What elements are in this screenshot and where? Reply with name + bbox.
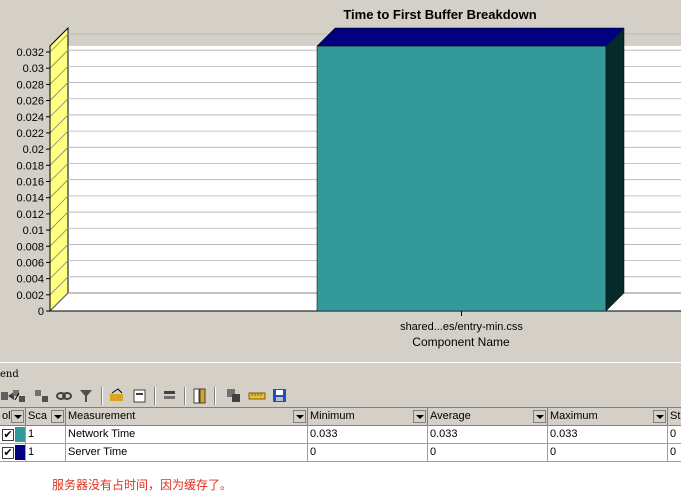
y-tick-label: 0.006 xyxy=(16,257,44,269)
y-tick-label: 0.018 xyxy=(16,160,44,172)
row-checkbox[interactable]: ✔ xyxy=(2,447,14,459)
minimum-cell: 0.033 xyxy=(308,426,428,444)
y-tick-label: 0.022 xyxy=(16,128,44,140)
dropdown-icon[interactable] xyxy=(413,410,426,423)
y-tick-label: 0.02 xyxy=(23,144,44,156)
col-header-minimum[interactable]: Minimum xyxy=(308,408,428,426)
average-cell: 0 xyxy=(428,444,548,462)
bar-chart: Time to First Buffer Breakdown 0 0.002 0.0… xyxy=(16,7,681,349)
legend-header: end xyxy=(0,362,681,384)
x-tick-label: shared...es/entry-min.css xyxy=(400,321,523,333)
toggle-icon[interactable] xyxy=(33,387,51,405)
dropdown-icon[interactable] xyxy=(11,410,24,423)
bar-side xyxy=(605,27,625,312)
col-header-average[interactable]: Average xyxy=(428,408,548,426)
color-swatch xyxy=(15,427,25,442)
col-header-color[interactable]: ol xyxy=(0,408,26,426)
maximum-cell: 0 xyxy=(548,444,668,462)
y-tick-label: 0.024 xyxy=(16,112,44,124)
measurement-cell: Server Time xyxy=(66,444,308,462)
col-header-std[interactable]: St xyxy=(668,408,681,426)
dropdown-icon[interactable] xyxy=(51,410,64,423)
link-icon[interactable] xyxy=(55,387,73,405)
y-tick-label: 0.016 xyxy=(16,177,44,189)
legend-toolbar xyxy=(0,384,681,408)
row-checkbox[interactable]: ✔ xyxy=(2,429,14,441)
legend-grid: ol Sca Measurement Minimum Average Maxim… xyxy=(0,408,681,462)
bar-top xyxy=(316,27,625,47)
color-cell: ✔ xyxy=(0,426,26,444)
y-tick-label: 0.032 xyxy=(16,47,44,59)
y-tick-label: 0.004 xyxy=(16,274,44,286)
hide-icon[interactable] xyxy=(11,387,29,405)
col-header-scale[interactable]: Sca xyxy=(26,408,66,426)
columns-icon[interactable] xyxy=(192,387,210,405)
average-cell: 0.033 xyxy=(428,426,548,444)
configure-icon[interactable] xyxy=(131,387,149,405)
filter-icon[interactable] xyxy=(78,387,96,405)
y-tick-label: 0.026 xyxy=(16,96,44,108)
y-tick-label: 0.012 xyxy=(16,209,44,221)
col-header-maximum[interactable]: Maximum xyxy=(548,408,668,426)
dropdown-icon[interactable] xyxy=(293,410,306,423)
col-header-measurement[interactable]: Measurement xyxy=(66,408,308,426)
y-tick-label: 0.014 xyxy=(16,193,44,205)
std-cell: 0 xyxy=(668,426,681,444)
color-swatch xyxy=(15,445,25,460)
chart-title: Time to First Buffer Breakdown xyxy=(343,7,536,22)
y-tick-label: 0.002 xyxy=(16,290,44,302)
y-tick-label: 0.03 xyxy=(23,63,44,75)
scale-cell: 1 xyxy=(26,426,66,444)
plot-side-wall xyxy=(49,26,69,313)
y-tick-label: 0.008 xyxy=(16,241,44,253)
sort-icon[interactable] xyxy=(161,387,179,405)
y-tick-label: 0.01 xyxy=(23,225,44,237)
color-cell: ✔ xyxy=(0,444,26,462)
scale-cell: 1 xyxy=(26,444,66,462)
dropdown-icon[interactable] xyxy=(653,410,666,423)
dropdown-icon[interactable] xyxy=(533,410,546,423)
save-icon[interactable] xyxy=(271,387,289,405)
x-axis-label: Component Name xyxy=(412,335,510,349)
bar-front xyxy=(316,45,607,312)
annotation-note: 服务器没有占时间，因为缓存了。 xyxy=(52,478,233,492)
ruler-icon[interactable] xyxy=(248,387,266,405)
y-tick-label: 0 xyxy=(38,306,44,318)
minimum-cell: 0 xyxy=(308,444,428,462)
chart-panel: Time to First Buffer Breakdown 0 0.002 0.0… xyxy=(0,0,681,362)
maximum-cell: 0.033 xyxy=(548,426,668,444)
legend-title: end xyxy=(0,369,19,380)
export-icon[interactable] xyxy=(225,387,243,405)
measurement-cell: Network Time xyxy=(66,426,308,444)
std-cell: 0 xyxy=(668,444,681,462)
highlight-icon[interactable] xyxy=(108,387,126,405)
y-tick-label: 0.028 xyxy=(16,79,44,91)
